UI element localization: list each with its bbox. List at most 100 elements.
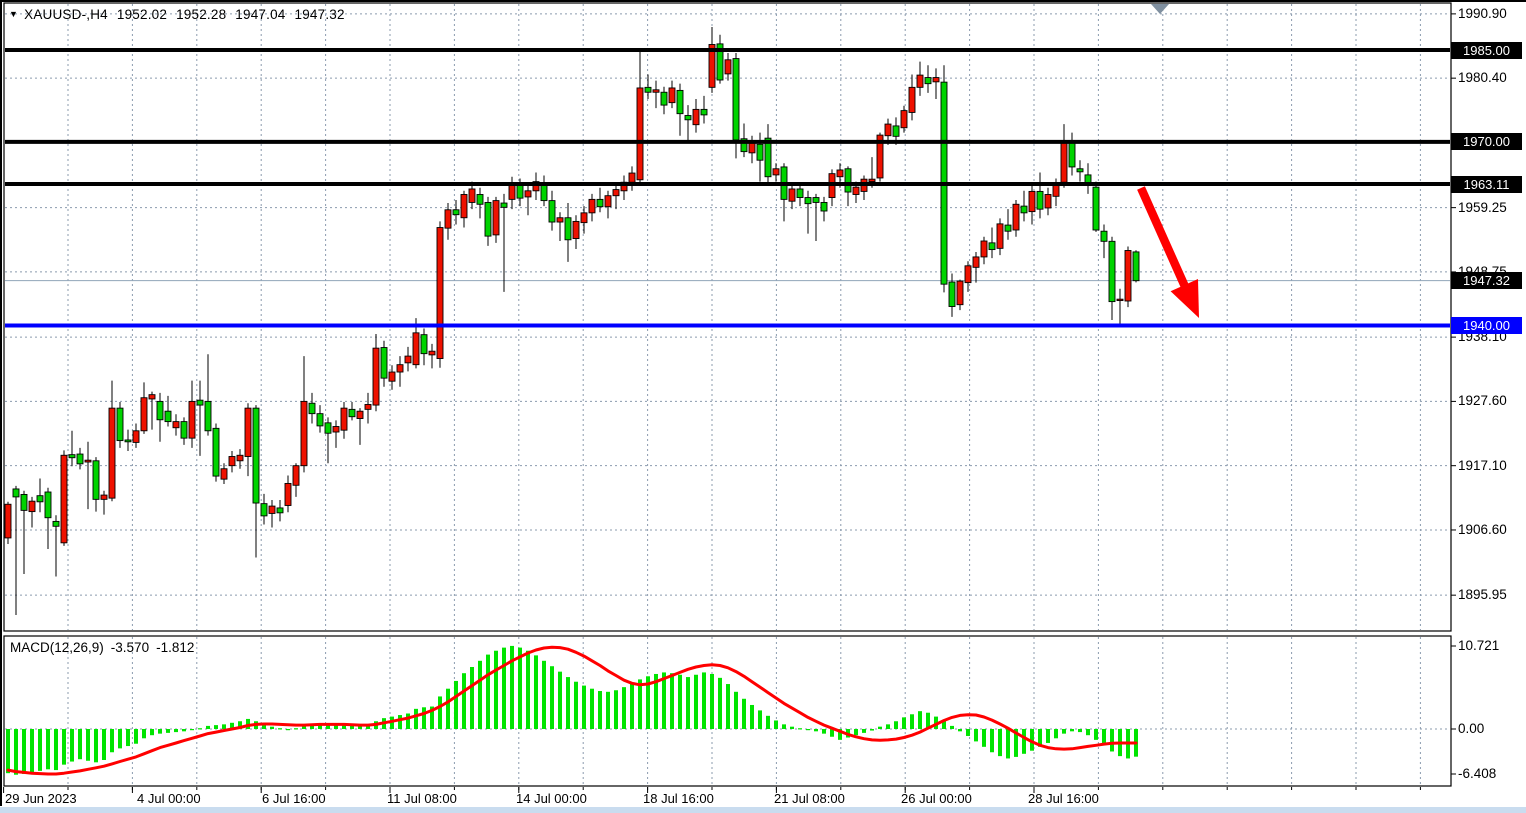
macd-histogram-bar (30, 729, 34, 772)
macd-histogram-bar (886, 724, 890, 729)
candle-bullish (29, 501, 35, 511)
candle-bullish (613, 190, 619, 196)
macd-histogram-bar (958, 729, 962, 731)
candle-bullish (189, 401, 195, 438)
candle-bullish (245, 408, 251, 456)
window-bottom-edge (0, 807, 1526, 813)
chart-canvas[interactable] (0, 0, 1526, 813)
time-tick-label: 6 Jul 16:00 (262, 791, 326, 806)
macd-histogram-bar (1070, 729, 1074, 731)
candle-bearish (253, 408, 259, 503)
macd-histogram-bar (870, 729, 874, 731)
macd-histogram-bar (1054, 729, 1058, 738)
price-tick-label: 1980.40 (1458, 70, 1507, 86)
candle-bearish (1133, 252, 1139, 281)
candle-bullish (629, 173, 635, 182)
candle-bullish (413, 333, 419, 365)
macd-histogram-bar (126, 729, 130, 746)
candle-bullish (581, 213, 587, 223)
macd-histogram-bar (70, 729, 74, 762)
collapse-triangle-icon[interactable]: ▼ (9, 9, 18, 19)
time-tick-label: 21 Jul 08:00 (774, 791, 845, 806)
macd-histogram-bar (566, 677, 570, 729)
macd-scale-zero: 0.00 (1458, 721, 1484, 737)
macd-histogram-bar (966, 729, 970, 736)
candle-bearish (765, 138, 771, 177)
macd-histogram-bar (622, 687, 626, 729)
macd-histogram-bar (974, 729, 978, 741)
chart-shift-marker-icon[interactable] (1151, 4, 1169, 14)
trend-arrow-shaft[interactable] (1141, 188, 1187, 291)
candle-bullish (149, 395, 155, 399)
candle-bearish (477, 194, 483, 204)
macd-histogram-bar (454, 681, 458, 729)
candle-bearish (93, 461, 99, 500)
candle-bullish (885, 124, 891, 136)
macd-histogram-bar (214, 725, 218, 729)
candle-bearish (805, 198, 811, 204)
ohlc-high: 1952.28 (176, 7, 226, 22)
candle-bearish (421, 335, 427, 354)
candle-bearish (453, 210, 459, 215)
macd-histogram-bar (446, 689, 450, 729)
macd-histogram-bar (854, 729, 858, 735)
macd-histogram-bar (406, 714, 410, 730)
window-left-border (0, 0, 2, 806)
macd-histogram-bar (670, 673, 674, 729)
macd-histogram-bar (1006, 729, 1010, 758)
symbol-period-label: XAUUSD-,H4 (24, 7, 108, 22)
candle-bearish (349, 409, 355, 416)
macd-histogram-bar (398, 715, 402, 729)
candle-bullish (957, 281, 963, 305)
candle-bearish (797, 189, 803, 198)
candle-bullish (445, 210, 451, 228)
macd-histogram-bar (742, 699, 746, 729)
candle-bullish (589, 199, 595, 212)
candle-bullish (301, 401, 307, 465)
candle-bullish (1013, 204, 1019, 230)
time-tick-label: 4 Jul 00:00 (137, 791, 201, 806)
macd-histogram-bar (558, 672, 562, 729)
candle-bullish (173, 422, 179, 428)
macd-histogram-bar (694, 675, 698, 729)
macd-histogram-bar (182, 729, 186, 731)
macd-histogram-bar (102, 729, 106, 760)
macd-histogram-bar (918, 711, 922, 729)
candle-bullish (1117, 299, 1123, 300)
macd-histogram-bar (1062, 729, 1066, 734)
candle-bullish (1061, 141, 1067, 182)
candle-bullish (869, 179, 875, 181)
candle-bullish (397, 365, 403, 372)
candle-bearish (53, 521, 59, 526)
macd-histogram-bar (662, 672, 666, 729)
macd-scale-min: -6.408 (1458, 766, 1496, 782)
candle-bullish (293, 466, 299, 486)
candle-bearish (565, 218, 571, 240)
candle-bullish (493, 201, 499, 235)
macd-histogram-bar (638, 679, 642, 729)
macd-signal-value: -1.812 (156, 640, 194, 655)
candle-bullish (5, 504, 11, 538)
candle-bullish (229, 457, 235, 466)
candle-bearish (645, 87, 651, 92)
macd-histogram-bar (470, 667, 474, 729)
candle-bearish (1021, 206, 1027, 213)
macd-histogram-bar (278, 728, 282, 729)
candle-bullish (725, 60, 731, 74)
candle-bullish (333, 427, 339, 433)
macd-scale-max: 10.721 (1458, 638, 1499, 654)
macd-histogram-bar (590, 689, 594, 729)
candle-bullish (853, 187, 859, 194)
macd-histogram-bar (270, 727, 274, 729)
price-badge-1947-32: 1947.32 (1451, 272, 1522, 289)
candle-bearish (317, 414, 323, 426)
time-tick-label: 11 Jul 08:00 (387, 791, 457, 806)
candle-bearish (1093, 187, 1099, 230)
candle-bearish (485, 202, 491, 236)
macd-name: MACD(12,26,9) (10, 640, 104, 655)
candle-bullish (917, 75, 923, 87)
candle-bearish (989, 243, 995, 250)
candle-bearish (821, 202, 827, 211)
candle-bearish (1005, 225, 1011, 231)
candle-bullish (405, 356, 411, 363)
